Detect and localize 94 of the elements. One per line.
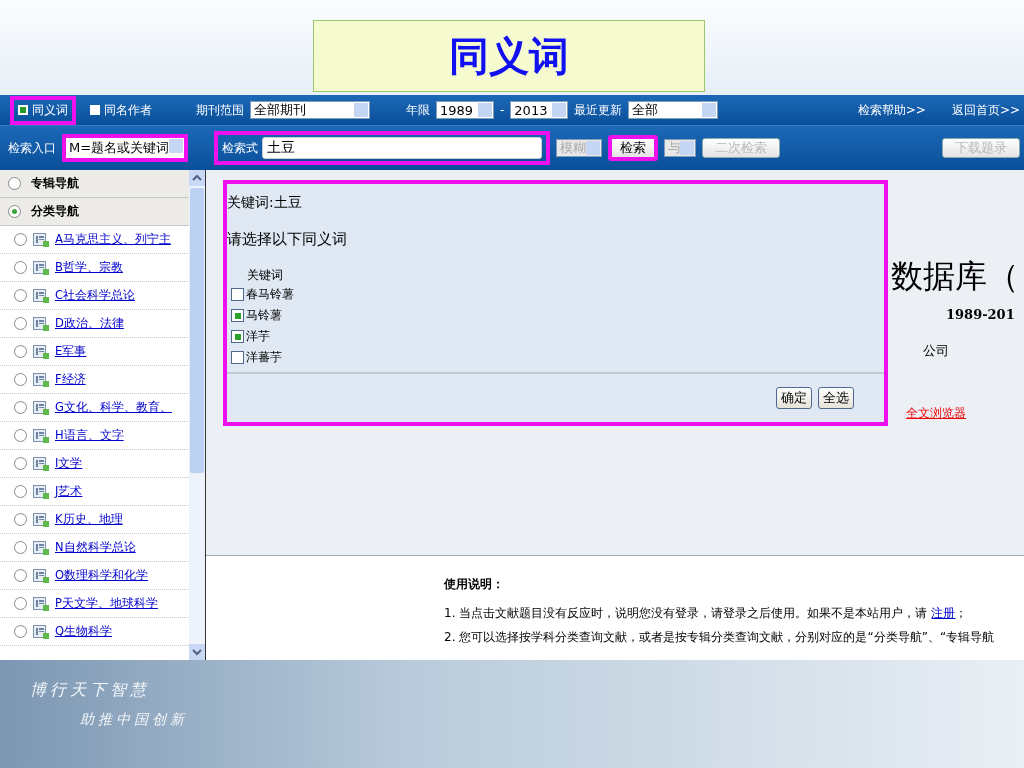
category-radio[interactable] bbox=[14, 317, 27, 330]
book-icon bbox=[33, 596, 49, 611]
entry-label: 检索入口 bbox=[8, 139, 56, 157]
dialog-button[interactable]: 确定 bbox=[776, 387, 812, 409]
book-icon bbox=[33, 400, 49, 415]
option-checkbox[interactable] bbox=[231, 288, 244, 301]
update-label: 最近更新 bbox=[574, 101, 623, 119]
nav-mode-radio[interactable] bbox=[8, 205, 21, 218]
category-radio[interactable] bbox=[14, 373, 27, 386]
category-radio[interactable] bbox=[14, 513, 27, 526]
book-icon bbox=[33, 512, 49, 527]
book-icon bbox=[33, 456, 49, 471]
query-label: 检索式 bbox=[222, 139, 258, 157]
range-select[interactable]: 全部期刊 bbox=[250, 101, 370, 119]
dialog-button[interactable]: 全选 bbox=[818, 387, 854, 409]
database-title: 数据库（ bbox=[891, 256, 1020, 297]
item-number: 1. bbox=[444, 606, 456, 620]
keyword-line: 关键词:土豆 bbox=[227, 194, 303, 212]
dash: - bbox=[500, 103, 505, 117]
scrollbar[interactable] bbox=[189, 170, 205, 660]
banner-slogan: 博行天下智慧 bbox=[30, 680, 151, 701]
category-radio[interactable] bbox=[14, 261, 27, 274]
query-field[interactable]: 土豆 bbox=[262, 137, 542, 159]
range-label: 期刊范围 bbox=[196, 101, 244, 119]
list-header: 关键词 bbox=[247, 267, 284, 284]
book-icon bbox=[33, 484, 49, 499]
category-link[interactable]: C社会科学总论 bbox=[55, 288, 136, 303]
years-label: 年限 bbox=[406, 101, 430, 119]
category-link[interactable]: E军事 bbox=[55, 344, 87, 359]
synonym-option[interactable]: 洋蕃芋 bbox=[227, 347, 884, 368]
category-link[interactable]: P天文学、地球科学 bbox=[55, 596, 158, 611]
update-select[interactable]: 全部 bbox=[628, 101, 719, 119]
book-icon bbox=[33, 288, 49, 303]
category-radio[interactable] bbox=[14, 541, 27, 554]
category-link[interactable]: Q生物科学 bbox=[55, 624, 113, 639]
category-radio[interactable] bbox=[14, 625, 27, 638]
category-link[interactable]: I文学 bbox=[55, 456, 83, 471]
browser-link[interactable]: 全文浏览器 bbox=[906, 405, 1024, 422]
book-icon bbox=[33, 372, 49, 387]
database-years: 1989-201 bbox=[946, 307, 1016, 322]
category-radio[interactable] bbox=[14, 289, 27, 302]
item-number: 2. bbox=[444, 630, 456, 644]
book-icon bbox=[33, 316, 49, 331]
option-checkbox[interactable] bbox=[231, 309, 244, 322]
same-author-checkbox[interactable]: 同名作者 bbox=[82, 95, 160, 125]
year-to-select[interactable]: 2013 bbox=[510, 101, 569, 119]
synonym-option[interactable]: 洋芋 bbox=[227, 326, 884, 347]
instructions-title: 使用说明： bbox=[444, 576, 505, 593]
synonym-option[interactable]: 马铃薯 bbox=[227, 305, 884, 326]
category-link[interactable]: H语言、文字 bbox=[55, 428, 124, 443]
company-text: 公司 bbox=[923, 342, 950, 360]
register-link[interactable]: 注册 bbox=[931, 605, 956, 620]
toolbar-link[interactable]: 返回首页>> bbox=[951, 101, 1020, 119]
category-radio[interactable] bbox=[14, 485, 27, 498]
category-radio[interactable] bbox=[14, 457, 27, 470]
category-radio[interactable] bbox=[14, 401, 27, 414]
instruction-text: 当点击文献题目没有反应时，说明您没有登录，请登录之后使用。如果不是本站用户，请 注册； bbox=[459, 604, 968, 622]
book-icon bbox=[33, 568, 49, 583]
category-radio[interactable] bbox=[14, 597, 27, 610]
category-link[interactable]: O数理科学和化学 bbox=[55, 568, 149, 583]
scroll-down-icon[interactable] bbox=[189, 644, 205, 660]
category-link[interactable]: D政治、法律 bbox=[55, 316, 124, 331]
category-radio[interactable] bbox=[14, 345, 27, 358]
year-from-select[interactable]: 1989 bbox=[436, 101, 494, 119]
category-radio[interactable] bbox=[14, 233, 27, 246]
synonym-option[interactable]: 春马铃薯 bbox=[227, 284, 884, 305]
scroll-up-icon[interactable] bbox=[189, 170, 205, 186]
category-link[interactable]: B哲学、宗教 bbox=[55, 260, 123, 275]
nav-mode-label[interactable]: 分类导航 bbox=[31, 203, 79, 220]
category-link[interactable]: A马克思主义、列宁主 bbox=[55, 232, 171, 247]
book-icon bbox=[33, 540, 49, 555]
instruction-text: 您可以选择按学科分类查询文献，或者是按专辑分类查询文献，分别对应的是“分类导航”、“专辑导航 bbox=[459, 628, 995, 646]
dialog-prompt: 请选择以下同义词 bbox=[227, 230, 348, 249]
option-checkbox[interactable] bbox=[231, 351, 244, 364]
book-icon bbox=[33, 428, 49, 443]
entry-select[interactable]: M=题名或关键词 bbox=[62, 134, 188, 162]
nav-mode-radio[interactable] bbox=[8, 177, 21, 190]
category-link[interactable]: F经济 bbox=[55, 372, 86, 387]
category-radio[interactable] bbox=[14, 569, 27, 582]
toolbar-link[interactable]: 检索帮助>> bbox=[857, 101, 926, 119]
book-icon bbox=[33, 344, 49, 359]
slide-title: 同义词 bbox=[313, 20, 705, 92]
book-icon bbox=[33, 624, 49, 639]
search-button[interactable]: 检索 bbox=[608, 135, 658, 161]
category-link[interactable]: K历史、地理 bbox=[55, 512, 123, 527]
category-link[interactable]: N自然科学总论 bbox=[55, 540, 136, 555]
nav-mode-label[interactable]: 专辑导航 bbox=[31, 175, 79, 192]
category-link[interactable]: G文化、科学、教育、 bbox=[55, 400, 172, 415]
option-checkbox[interactable] bbox=[231, 330, 244, 343]
book-icon bbox=[33, 260, 49, 275]
category-link[interactable]: J艺术 bbox=[55, 484, 83, 499]
book-icon bbox=[33, 232, 49, 247]
banner-slogan: 助推中国创新 bbox=[80, 711, 189, 729]
category-radio[interactable] bbox=[14, 429, 27, 442]
